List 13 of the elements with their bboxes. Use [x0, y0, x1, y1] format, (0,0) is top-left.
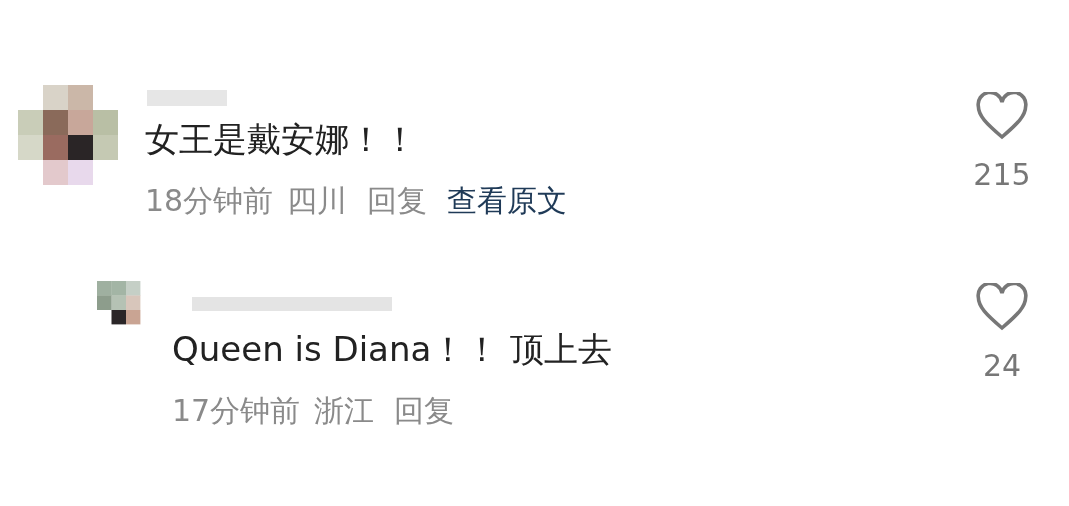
- comment-text: Queen is Diana！！ 顶上去: [172, 328, 614, 371]
- comment-location: 浙江: [314, 392, 375, 430]
- heart-icon[interactable]: [975, 92, 1029, 141]
- reply-link[interactable]: 回复: [367, 181, 428, 221]
- comment-location: 四川: [287, 182, 348, 220]
- comment-text: 女王是戴安娜！！: [145, 118, 418, 161]
- heart-icon[interactable]: [975, 283, 1029, 332]
- like-count: 24: [982, 346, 1022, 385]
- comment-time: 17分钟前: [172, 392, 301, 430]
- like-count: 215: [973, 155, 1031, 194]
- view-original-link[interactable]: 查看原文: [447, 181, 568, 221]
- reply-link[interactable]: 回复: [394, 391, 455, 431]
- comment-time: 18分钟前: [145, 182, 274, 220]
